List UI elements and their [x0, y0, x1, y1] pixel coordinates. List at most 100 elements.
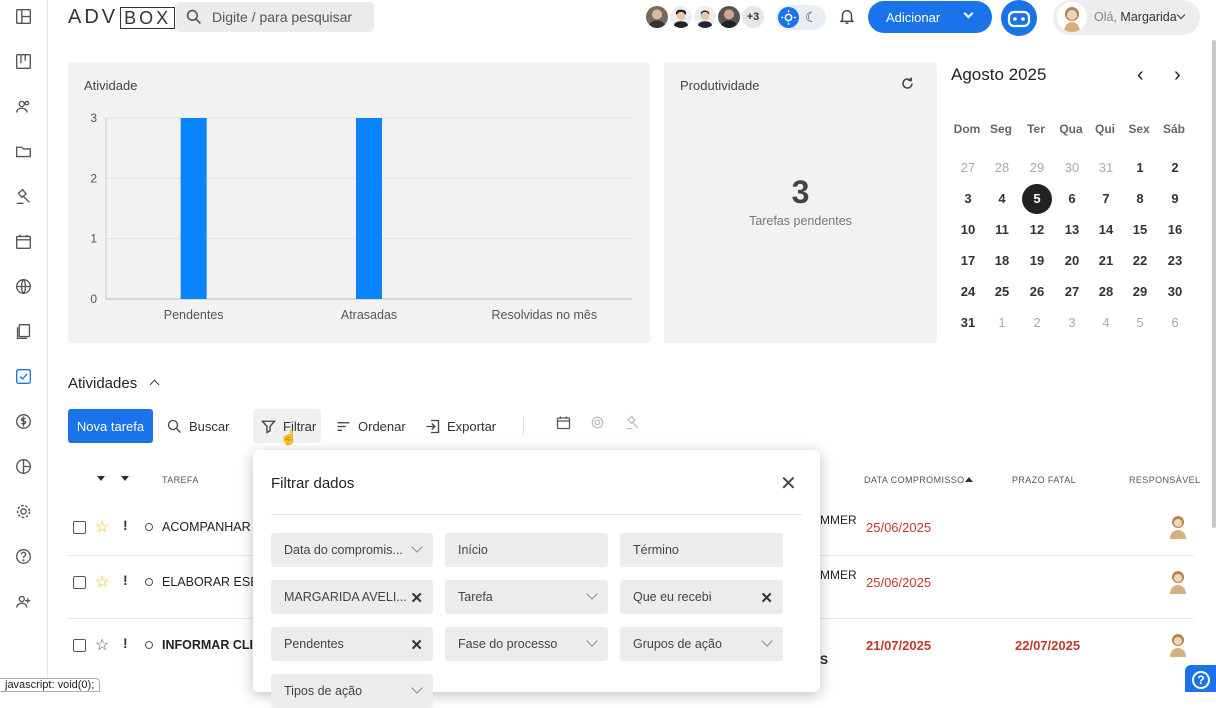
new-task-button[interactable]: Nova tarefa — [68, 409, 153, 443]
calendar-day[interactable]: 5 — [1125, 315, 1155, 330]
column-owner[interactable]: RESPONSÁVEL — [1129, 475, 1200, 485]
priority-icon[interactable]: ! — [123, 517, 128, 533]
help-button[interactable]: ? — [1185, 665, 1216, 692]
filter-field[interactable]: Tipos de ação — [271, 674, 433, 708]
calendar-day[interactable]: 3 — [953, 191, 983, 206]
avatar[interactable] — [668, 4, 694, 30]
calendar-day[interactable]: 2 — [1160, 160, 1190, 175]
calendar-day[interactable]: 16 — [1160, 222, 1190, 237]
chart-pie-icon[interactable] — [13, 456, 33, 476]
avatar[interactable] — [644, 4, 670, 30]
column-deadline[interactable]: PRAZO FATAL — [1012, 475, 1076, 485]
calendar-icon[interactable] — [13, 231, 33, 251]
chevron-right-icon[interactable]: › — [1174, 64, 1181, 87]
kanban-icon[interactable] — [13, 51, 33, 71]
avatar[interactable] — [692, 4, 718, 30]
calendar-day[interactable]: 7 — [1091, 191, 1121, 206]
clear-icon[interactable]: ✕ — [760, 589, 773, 607]
refresh-icon[interactable] — [900, 76, 915, 96]
calendar-day[interactable]: 24 — [953, 284, 983, 299]
column-task[interactable]: TAREFA — [162, 475, 199, 485]
calendar-day[interactable]: 8 — [1125, 191, 1155, 206]
status-circle-icon[interactable] — [145, 523, 153, 531]
task-title[interactable]: ACOMPANHAR — [162, 520, 251, 534]
dashboard-icon[interactable] — [13, 6, 33, 26]
avatar[interactable] — [1167, 631, 1189, 657]
logo[interactable]: ADV BOX — [68, 6, 176, 29]
row-checkbox[interactable] — [73, 639, 86, 652]
status-circle-icon[interactable] — [145, 641, 153, 649]
filter-field[interactable]: Que eu recebi ✕ — [620, 580, 783, 614]
calendar-day[interactable]: 4 — [1091, 315, 1121, 330]
calendar-day[interactable]: 31 — [1091, 160, 1121, 175]
filter-field[interactable]: MARGARIDA AVELI... ✕ — [271, 580, 433, 614]
row-checkbox[interactable] — [73, 576, 86, 589]
calendar-day[interactable]: 30 — [1057, 160, 1087, 175]
folder-icon[interactable] — [13, 141, 33, 161]
calendar-day[interactable]: 13 — [1057, 222, 1087, 237]
calendar-day[interactable]: 27 — [953, 160, 983, 175]
calendar-day[interactable]: 22 — [1125, 253, 1155, 268]
calendar-day[interactable]: 2 — [1022, 315, 1052, 330]
task-title[interactable]: ELABORAR ESB — [162, 575, 259, 589]
calendar-day[interactable]: 21 — [1091, 253, 1121, 268]
finance-icon[interactable] — [13, 411, 33, 431]
documents-icon[interactable] — [13, 321, 33, 341]
calendar-day[interactable]: 25 — [987, 284, 1017, 299]
calendar-day[interactable]: 6 — [1160, 315, 1190, 330]
target-icon[interactable] — [590, 415, 605, 435]
avatar[interactable] — [1167, 568, 1189, 594]
avatar[interactable] — [1167, 513, 1189, 539]
tasks-icon[interactable] — [13, 366, 33, 386]
calendar-day[interactable]: 26 — [1022, 284, 1052, 299]
export-button[interactable]: Exportar — [425, 409, 496, 443]
people-icon[interactable] — [13, 96, 33, 116]
filter-field[interactable]: Pendentes ✕ — [271, 627, 433, 661]
calendar-day[interactable]: 19 — [1022, 253, 1052, 268]
search-button[interactable]: Buscar — [167, 409, 229, 443]
bell-icon[interactable] — [838, 7, 856, 30]
calendar-day[interactable]: 20 — [1057, 253, 1087, 268]
filter-field[interactable]: Grupos de ação — [620, 627, 783, 661]
calendar-day[interactable]: 6 — [1057, 191, 1087, 206]
row-checkbox[interactable] — [73, 521, 86, 534]
star-icon[interactable]: ☆ — [95, 635, 109, 655]
calendar-day[interactable]: 29 — [1022, 160, 1052, 175]
calendar-day[interactable]: 28 — [1091, 284, 1121, 299]
globe-icon[interactable] — [13, 276, 33, 296]
calendar-day[interactable]: 9 — [1160, 191, 1190, 206]
theme-toggle[interactable]: ☾ — [776, 5, 826, 30]
calendar-day[interactable]: 30 — [1160, 284, 1190, 299]
caret-down-icon[interactable] — [97, 476, 105, 481]
scrollbar[interactable] — [1212, 40, 1216, 528]
calendar-icon[interactable] — [556, 415, 571, 435]
bar-1[interactable] — [356, 118, 382, 299]
filter-field[interactable]: Término — [620, 533, 783, 567]
chevron-up-icon[interactable] — [149, 379, 160, 390]
clear-icon[interactable]: ✕ — [410, 589, 423, 607]
help-icon[interactable] — [13, 546, 33, 566]
filter-field[interactable]: Tarefa — [445, 580, 608, 614]
gavel-icon[interactable] — [625, 415, 640, 435]
clear-icon[interactable]: ✕ — [410, 636, 423, 654]
avatars-more[interactable]: +3 — [740, 4, 766, 30]
calendar-day[interactable]: 31 — [953, 315, 983, 330]
task-title[interactable]: INFORMAR CLI — [162, 638, 253, 652]
add-user-icon[interactable] — [13, 591, 33, 611]
chevron-left-icon[interactable]: ‹ — [1137, 64, 1144, 87]
filter-field[interactable]: Data do compromis... — [271, 533, 433, 567]
sort-button[interactable]: Ordenar — [336, 409, 406, 443]
status-circle-icon[interactable] — [145, 578, 153, 586]
user-menu[interactable]: Olá, Margarida — [1053, 0, 1200, 35]
search-input[interactable]: Digite / para pesquisar — [176, 2, 374, 32]
calendar-day[interactable]: 10 — [953, 222, 983, 237]
gavel-icon[interactable] — [13, 186, 33, 206]
robot-assistant-icon[interactable] — [1001, 0, 1037, 36]
calendar-day[interactable]: 29 — [1125, 284, 1155, 299]
calendar-day[interactable]: 15 — [1125, 222, 1155, 237]
bar-0[interactable] — [180, 118, 207, 299]
column-due[interactable]: DATA COMPROMISSO — [864, 475, 965, 485]
filter-field[interactable]: Fase do processo — [445, 627, 608, 661]
caret-down-icon[interactable] — [121, 476, 129, 481]
calendar-day[interactable]: 14 — [1091, 222, 1121, 237]
